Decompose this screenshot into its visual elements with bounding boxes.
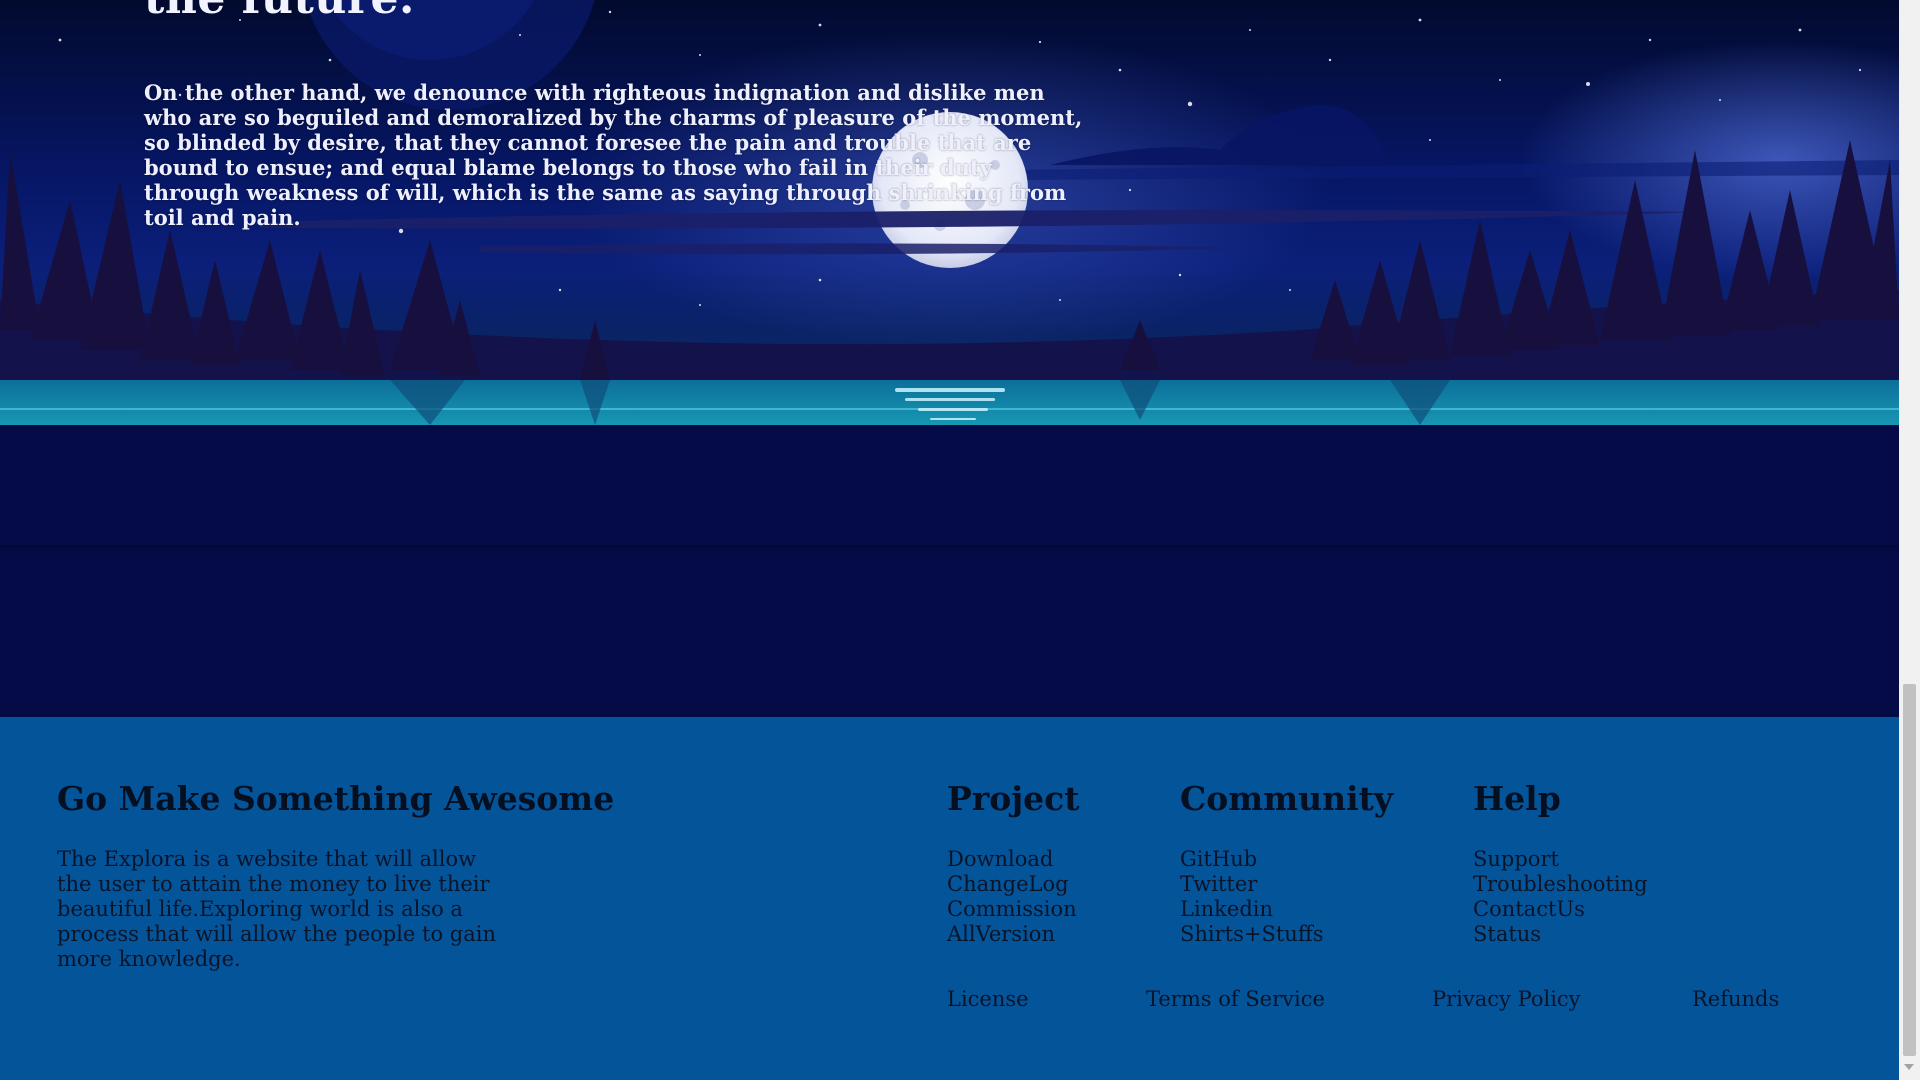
legal-link-terms-of-service[interactable]: Terms of Service: [1146, 987, 1325, 1012]
scrollbar-thumb[interactable]: [1903, 684, 1916, 1056]
footer-link-download[interactable]: Download: [947, 847, 1177, 872]
footer-link-support[interactable]: Support: [1473, 847, 1703, 872]
footer-link-linkedin[interactable]: Linkedin: [1180, 897, 1410, 922]
footer-column-title: Help: [1473, 779, 1561, 818]
legal-link-privacy-policy[interactable]: Privacy Policy: [1432, 987, 1581, 1012]
footer-link-allversion[interactable]: AllVersion: [947, 922, 1177, 947]
footer-link-status[interactable]: Status: [1473, 922, 1703, 947]
hero-heading: the future.: [144, 0, 415, 24]
footer-link-shirts-stuffs[interactable]: Shirts+Stuffs: [1180, 922, 1410, 947]
scroll-down-arrow-icon[interactable]: [1904, 1064, 1914, 1070]
hero-section: the future. On the other hand, we denoun…: [0, 0, 1899, 425]
legal-link-license[interactable]: License: [947, 987, 1029, 1012]
footer-link-contactus[interactable]: ContactUs: [1473, 897, 1703, 922]
footer-brand-description: The Explora is a website that will allow…: [57, 847, 496, 971]
footer-link-commission[interactable]: Commission: [947, 897, 1177, 922]
footer-link-troubleshooting[interactable]: Troubleshooting: [1473, 872, 1703, 897]
footer-column-title: Community: [1180, 779, 1394, 818]
hero-paragraph: On the other hand, we denounce with righ…: [144, 80, 1083, 230]
footer-link-list: Support Troubleshooting ContactUs Status: [1473, 847, 1703, 947]
dark-band: [0, 425, 1899, 717]
footer-brand-title: Go Make Something Awesome: [57, 779, 615, 818]
footer-link-list: GitHub Twitter Linkedin Shirts+Stuffs: [1180, 847, 1410, 947]
band-divider: [0, 545, 1899, 551]
footer-column-title: Project: [947, 779, 1080, 818]
page: the future. On the other hand, we denoun…: [0, 0, 1899, 1080]
footer-link-list: Download ChangeLog Commission AllVersion: [947, 847, 1177, 947]
footer-link-github[interactable]: GitHub: [1180, 847, 1410, 872]
footer-link-twitter[interactable]: Twitter: [1180, 872, 1410, 897]
site-footer: Go Make Something Awesome The Explora is…: [0, 717, 1899, 1080]
vertical-scrollbar[interactable]: [1899, 0, 1920, 1080]
footer-link-changelog[interactable]: ChangeLog: [947, 872, 1177, 897]
legal-link-refunds[interactable]: Refunds: [1692, 987, 1779, 1012]
